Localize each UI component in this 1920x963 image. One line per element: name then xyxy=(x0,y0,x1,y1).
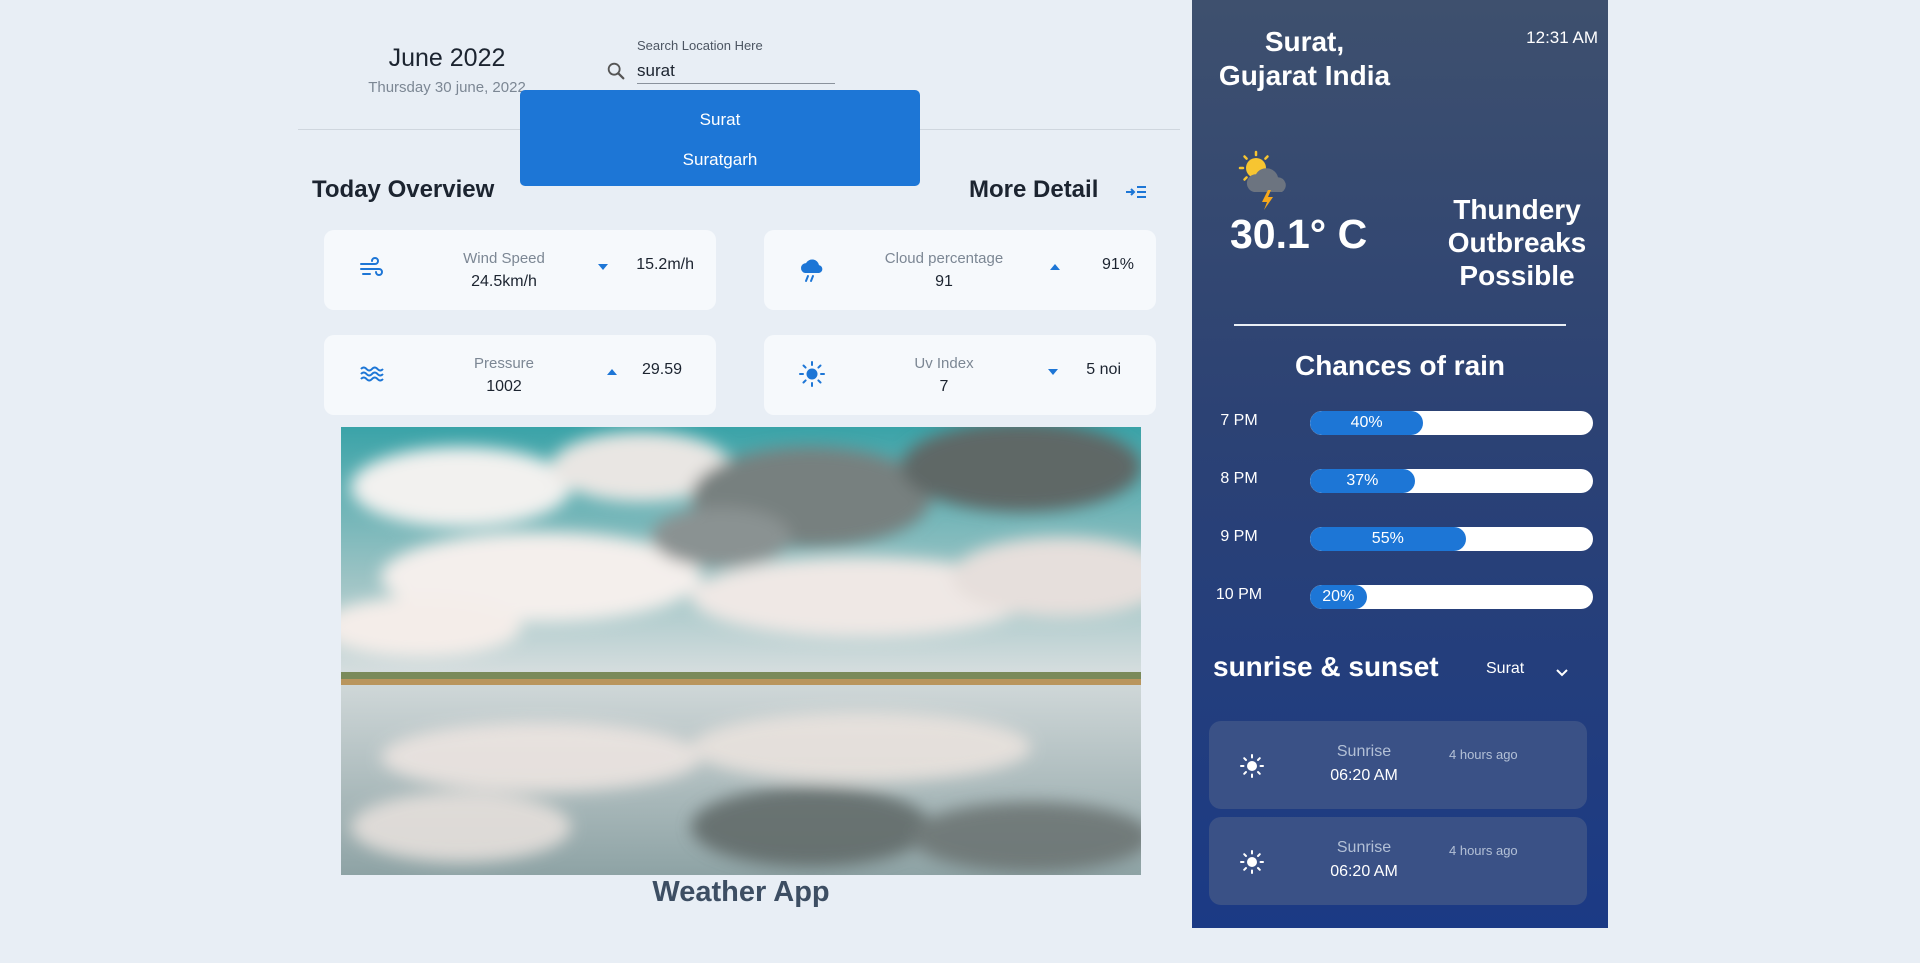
trend-down-icon xyxy=(598,264,608,270)
card-label: Pressure xyxy=(473,355,535,372)
rain-progress-bar: 40% xyxy=(1310,411,1593,435)
card-change: 15.2m/h xyxy=(636,256,694,273)
rain-row: 9 PM 55% xyxy=(1212,524,1593,554)
city-select-value: Surat xyxy=(1486,660,1525,677)
sunrise-card: Sunrise 06:20 AM 4 hours ago xyxy=(1209,721,1587,809)
sun-event-ago: 4 hours ago xyxy=(1449,747,1518,762)
rain-progress-fill: 40% xyxy=(1310,411,1424,435)
sun-event-label: Sunrise xyxy=(1336,743,1392,760)
search-results-dropdown: Surat Suratgarh xyxy=(520,90,920,186)
rain-progress-fill: 37% xyxy=(1310,469,1415,493)
landscape-image xyxy=(341,427,1141,875)
rain-hour: 10 PM xyxy=(1215,586,1263,603)
city-select[interactable]: Surat xyxy=(1486,660,1576,684)
rain-hour: 7 PM xyxy=(1220,412,1258,429)
pressure-card: Pressure 1002 29.59 xyxy=(324,335,716,415)
current-date: Thursday 30 june, 2022 xyxy=(368,79,526,96)
card-change: 91% xyxy=(1101,256,1134,273)
search-result-item[interactable]: Surat xyxy=(520,100,920,140)
temperature: 30.1° C xyxy=(1230,211,1368,257)
card-label: Cloud percentage xyxy=(884,250,1004,267)
search-label: Search Location Here xyxy=(637,38,763,53)
sun-event-ago: 4 hours ago xyxy=(1449,843,1518,858)
sun-event-time: 06:20 AM xyxy=(1330,767,1398,784)
location-name: Surat, Gujarat India xyxy=(1218,26,1391,91)
card-value: 91 xyxy=(935,273,953,290)
rain-progress-bar: 20% xyxy=(1310,585,1593,609)
location-search: Search Location Here xyxy=(605,36,835,88)
chevron-down-icon xyxy=(1556,669,1568,677)
search-icon[interactable] xyxy=(605,60,627,82)
weather-condition: Thundery Outbreaks Possible xyxy=(1447,194,1587,291)
panel-divider xyxy=(1234,324,1566,326)
sun-icon xyxy=(799,361,825,387)
card-label: Wind Speed xyxy=(463,250,545,267)
sun-event-label: Sunrise xyxy=(1336,839,1392,856)
current-month: June 2022 xyxy=(388,44,506,72)
trend-down-icon xyxy=(1048,369,1058,375)
rain-hour: 8 PM xyxy=(1220,470,1258,487)
card-change: 5 noi xyxy=(1086,361,1121,378)
waves-icon xyxy=(360,366,384,382)
weather-side-panel: Surat, Gujarat India 12:31 AM 30.1° C Th… xyxy=(1192,0,1608,928)
trend-up-icon xyxy=(1050,264,1060,270)
more-detail-title: More Detail xyxy=(969,176,1099,203)
card-value: 1002 xyxy=(486,378,522,395)
sun-icon xyxy=(1240,850,1264,874)
card-change: 29.59 xyxy=(641,361,682,378)
sun-icon xyxy=(1240,754,1264,778)
cloud-percentage-card: Cloud percentage 91 91% xyxy=(764,230,1156,310)
app-title: Weather App xyxy=(652,876,830,908)
sunrise-sunset-title: sunrise & sunset xyxy=(1213,651,1439,682)
rain-progress-bar: 37% xyxy=(1310,469,1593,493)
rain-hour: 9 PM xyxy=(1220,528,1258,545)
card-label: Uv Index xyxy=(914,355,974,372)
today-overview-title: Today Overview xyxy=(312,176,495,203)
chances-of-rain-title: Chances of rain xyxy=(1294,350,1506,381)
local-time: 12:31 AM xyxy=(1526,28,1598,47)
rain-row: 10 PM 20% xyxy=(1212,582,1593,612)
wind-icon xyxy=(360,257,383,276)
trend-up-icon xyxy=(607,369,617,375)
rain-progress-bar: 55% xyxy=(1310,527,1593,551)
uv-index-card: Uv Index 7 5 noi xyxy=(764,335,1156,415)
search-input[interactable] xyxy=(637,58,835,84)
cloud-rain-icon xyxy=(800,259,823,282)
sun-event-time: 06:20 AM xyxy=(1330,863,1398,880)
thunderstorm-icon xyxy=(1238,150,1286,210)
wind-speed-card: Wind Speed 24.5km/h 15.2m/h xyxy=(324,230,716,310)
sunrise-card: Sunrise 06:20 AM 4 hours ago xyxy=(1209,817,1587,905)
card-value: 24.5km/h xyxy=(471,273,537,290)
expand-menu-icon[interactable] xyxy=(1124,180,1148,204)
search-result-item[interactable]: Suratgarh xyxy=(520,140,920,180)
rain-row: 7 PM 40% xyxy=(1212,408,1593,438)
date-block: June 2022 Thursday 30 june, 2022 xyxy=(352,44,542,96)
rain-progress-fill: 55% xyxy=(1310,527,1466,551)
card-value: 7 xyxy=(939,378,949,395)
rain-row: 8 PM 37% xyxy=(1212,466,1593,496)
rain-progress-fill: 20% xyxy=(1310,585,1367,609)
